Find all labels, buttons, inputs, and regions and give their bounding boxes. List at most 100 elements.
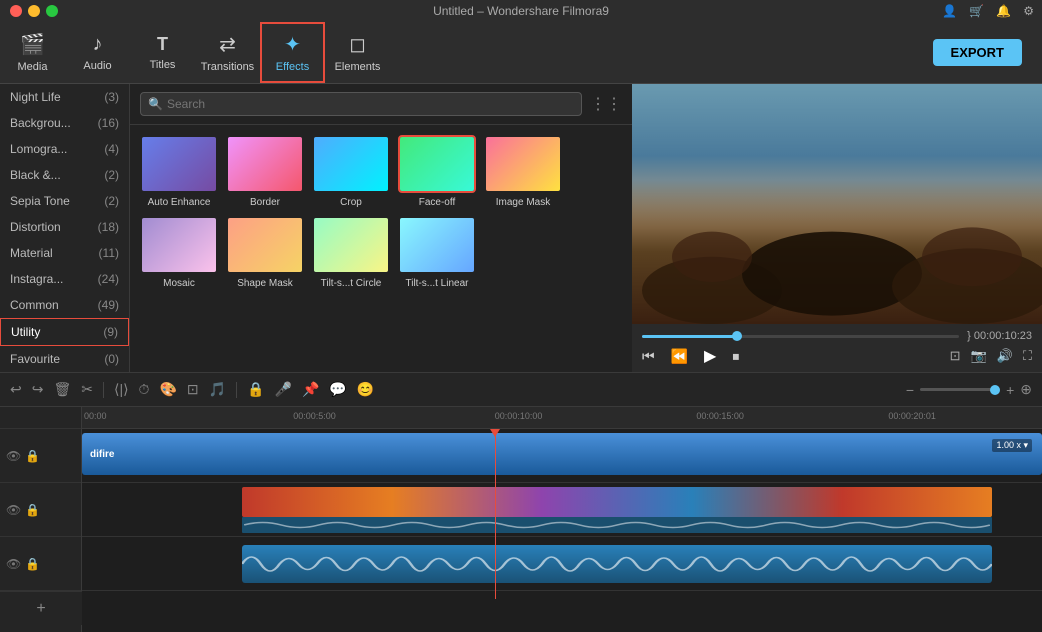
sidebar-item-distortion[interactable]: Distortion (18) [0,214,129,240]
step-back-button[interactable]: ⏪ [671,348,688,365]
sidebar-label: Favourite [10,352,60,366]
toolbar-item-effects[interactable]: ✦ Effects [260,22,325,83]
thumb-strip [242,487,992,517]
separator [103,382,104,398]
stop-button[interactable]: ⏹ [732,348,739,365]
effect-thumb-border [226,135,304,193]
eye-icon3[interactable]: 👁 [6,557,21,571]
effect-item-mosaic[interactable]: Mosaic [140,216,218,289]
progress-bar[interactable] [642,335,959,338]
volume-icon[interactable]: 🔊 [997,348,1013,364]
maximize-button[interactable] [46,5,58,17]
effect-item-tilt-linear[interactable]: Tilt-s...t Linear [398,216,476,289]
color-icon[interactable]: 🎨 [159,381,176,398]
sidebar-item-night-life[interactable]: Night Life (3) [0,84,129,110]
sidebar-label: Sepia Tone [10,194,70,208]
search-input[interactable] [140,92,582,116]
minimize-button[interactable] [28,5,40,17]
sidebar-count: (18) [98,220,119,234]
cut-icon[interactable]: ✂ [81,381,93,398]
track-control-video: 👁 🔒 [0,483,81,537]
main-content: Night Life (3) Backgrou... (16) Lomogra.… [0,84,1042,372]
grid-view-icon[interactable]: ⋮⋮ [590,94,622,114]
title-bar-icons: 👤 🛒 🔔 ⚙ [942,4,1034,18]
elements-icon: ◻ [349,32,366,57]
timeline-area: ↩ ↪ 🗑 ✂ ⟨|⟩ ⏱ 🎨 ⊡ 🎵 🔒 🎤 📌 💬 😊 − + ⊕ � [0,372,1042,632]
sidebar-item-utility[interactable]: Utility (9) [0,318,129,346]
lock-track-icon2[interactable]: 🔒 [25,503,40,517]
speed-badge: 1.00 x ▾ [992,439,1032,452]
effect-item-image-mask[interactable]: Image Mask [484,135,562,208]
track-row-video [82,483,1042,537]
crop-icon[interactable]: ⊡ [187,381,199,398]
play-button[interactable]: ▶ [704,346,716,366]
zoom-in-icon[interactable]: + [1006,382,1014,398]
toolbar-item-titles[interactable]: T Titles [130,22,195,83]
lock-track-icon3[interactable]: 🔒 [25,557,40,571]
sidebar-item-black[interactable]: Black &... (2) [0,162,129,188]
picture-in-picture-icon[interactable]: ⊡ [950,348,961,364]
undo-icon[interactable]: ↩ [10,381,22,398]
effect-label-tilt-circle: Tilt-s...t Circle [321,278,382,289]
close-button[interactable] [10,5,22,17]
bell-icon[interactable]: 🔔 [996,4,1011,18]
sidebar-item-common[interactable]: Common (49) [0,292,129,318]
redo-icon[interactable]: ↪ [32,381,44,398]
add-track-button[interactable]: + [0,591,82,625]
delete-icon[interactable]: 🗑 [53,381,71,398]
track-clip-video-wrap[interactable] [82,487,1042,533]
sidebar-item-lomography[interactable]: Lomogra... (4) [0,136,129,162]
effect-item-crop[interactable]: Crop [312,135,390,208]
toolbar-item-elements[interactable]: ◻ Elements [325,22,390,83]
timeline-tracks[interactable]: 00:00 00:00:5:00 00:00:10:00 00:00:15:00… [82,407,1042,632]
tracks-container: difire 1.00 x ▾ [82,429,1042,591]
toolbar-item-transitions[interactable]: ⇄ Transitions [195,22,260,83]
split-icon[interactable]: ⟨|⟩ [114,381,129,398]
sidebar-count: (3) [104,90,119,104]
ruler-spacer [0,407,81,429]
export-button[interactable]: EXPORT [933,39,1022,66]
toolbar-item-media[interactable]: 🎬 Media [0,22,65,83]
speed-icon[interactable]: ⏱ [139,381,150,398]
sidebar-label: Lomogra... [10,142,67,156]
mic-icon[interactable]: 🎤 [275,381,292,398]
eye-icon[interactable]: 👁 [6,449,21,463]
sidebar-item-background[interactable]: Backgrou... (16) [0,110,129,136]
effect-item-shape-mask[interactable]: Shape Mask [226,216,304,289]
effect-item-border[interactable]: Border [226,135,304,208]
snapshot-icon[interactable]: 📷 [971,348,987,364]
eye-icon2[interactable]: 👁 [6,503,21,517]
sidebar-item-material[interactable]: Material (11) [0,240,129,266]
timeline-ruler: 00:00 00:00:5:00 00:00:10:00 00:00:15:00… [82,407,1042,429]
track-clip-audio[interactable] [242,545,992,583]
emotion-icon[interactable]: 😊 [357,381,374,398]
zoom-out-icon[interactable]: − [906,382,914,398]
subtitle-icon[interactable]: 💬 [329,381,346,398]
settings-icon[interactable]: ⚙ [1023,4,1034,18]
sidebar-item-instagram[interactable]: Instagra... (24) [0,266,129,292]
skip-back-button[interactable]: ⏮ [642,348,655,365]
sticker-icon[interactable]: 📌 [302,381,319,398]
toolbar-item-audio[interactable]: ♪ Audio [65,22,130,83]
preview-area: } 00:00:10:23 ⏮ ⏪ ▶ ⏹ ⊡ 📷 🔊 ⛶ [632,84,1042,372]
thumb-image-image-mask [486,137,560,191]
sidebar-item-favourite[interactable]: Favourite (0) [0,346,129,372]
effect-item-auto-enhance[interactable]: Auto Enhance [140,135,218,208]
track-clip-main[interactable]: difire 1.00 x ▾ [82,433,1042,475]
lock-track-icon[interactable]: 🔒 [25,449,40,463]
effect-item-tilt-circle[interactable]: Tilt-s...t Circle [312,216,390,289]
user-icon[interactable]: 👤 [942,4,957,18]
search-wrap: 🔍 [140,92,582,116]
effect-item-face-off[interactable]: Face-off [398,135,476,208]
ruler-label-4: 00:00:20:01 [888,411,936,421]
thumb-image-tilt-linear [400,218,474,272]
fullscreen-icon[interactable]: ⛶ [1023,348,1032,364]
cart-icon[interactable]: 🛒 [969,4,984,18]
sidebar-item-sepia[interactable]: Sepia Tone (2) [0,188,129,214]
zoom-slider[interactable] [920,388,1000,391]
preview-controls: } 00:00:10:23 ⏮ ⏪ ▶ ⏹ ⊡ 📷 🔊 ⛶ [632,324,1042,372]
add-track-icon[interactable]: ⊕ [1020,381,1032,398]
lock-icon[interactable]: 🔒 [247,381,264,398]
thumb-image-auto-enhance [142,137,216,191]
audio-icon[interactable]: 🎵 [209,381,226,398]
